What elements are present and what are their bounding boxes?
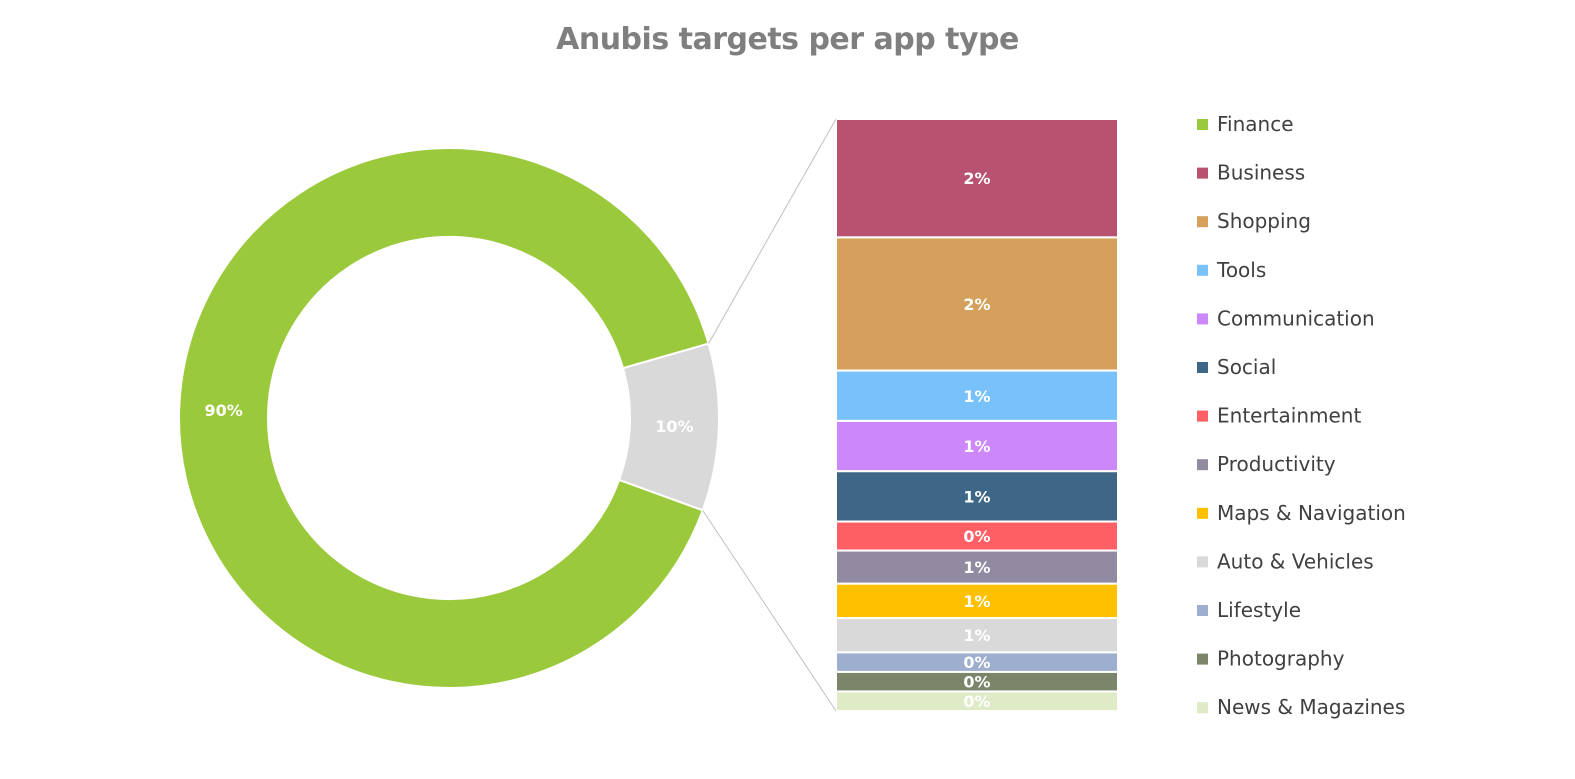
legend-swatch <box>1197 653 1208 665</box>
legend-swatch <box>1197 605 1208 616</box>
legend-swatch <box>1197 167 1208 179</box>
legend-swatch <box>1197 459 1208 471</box>
bar-data-label: 2% <box>963 169 990 188</box>
legend-label: Productivity <box>1217 452 1336 476</box>
donut-slice-finance <box>178 147 710 689</box>
legend-swatch <box>1197 362 1208 373</box>
legend-swatch <box>1197 119 1208 130</box>
bar-data-label: 1% <box>963 437 990 456</box>
bar-data-label: 1% <box>963 487 990 506</box>
bar-data-label: 0% <box>963 527 990 546</box>
legend-label: Business <box>1217 161 1305 185</box>
legend-label: Tools <box>1216 258 1266 282</box>
legend-swatch <box>1197 264 1208 276</box>
bar-data-label: 0% <box>963 673 990 692</box>
legend-swatch <box>1197 313 1208 325</box>
legend-label: News & Magazines <box>1217 695 1405 719</box>
legend-label: Maps & Navigation <box>1217 501 1406 525</box>
bar-data-label: 0% <box>963 653 990 672</box>
bar-data-label: 1% <box>963 592 990 611</box>
legend-label: Lifestyle <box>1217 598 1301 622</box>
bar-data-label: 0% <box>963 692 990 711</box>
legend-label: Photography <box>1217 647 1345 671</box>
donut-label-finance: 90% <box>204 401 242 420</box>
legend-swatch <box>1197 507 1208 519</box>
legend-swatch <box>1197 410 1208 422</box>
bar-data-label: 1% <box>963 387 990 406</box>
legend-label: Social <box>1217 355 1276 379</box>
pie-of-bar-chart: 10%90%2%2%1%1%1%0%1%1%1%0%0%0%FinanceBus… <box>178 112 1406 719</box>
bar-data-label: 2% <box>963 295 990 314</box>
bar-data-label: 1% <box>963 558 990 577</box>
donut-label-other: 10% <box>655 417 693 436</box>
connector-line-top <box>708 118 837 344</box>
legend-label: Finance <box>1217 112 1294 136</box>
legend-swatch <box>1197 216 1208 228</box>
legend-label: Shopping <box>1217 209 1311 233</box>
connector-line-bottom <box>702 510 837 712</box>
bar-data-label: 1% <box>963 626 990 645</box>
legend-swatch <box>1197 556 1208 568</box>
legend-swatch <box>1197 702 1208 714</box>
legend-label: Entertainment <box>1217 404 1361 428</box>
legend-label: Auto & Vehicles <box>1217 549 1374 573</box>
legend-label: Communication <box>1217 306 1375 330</box>
